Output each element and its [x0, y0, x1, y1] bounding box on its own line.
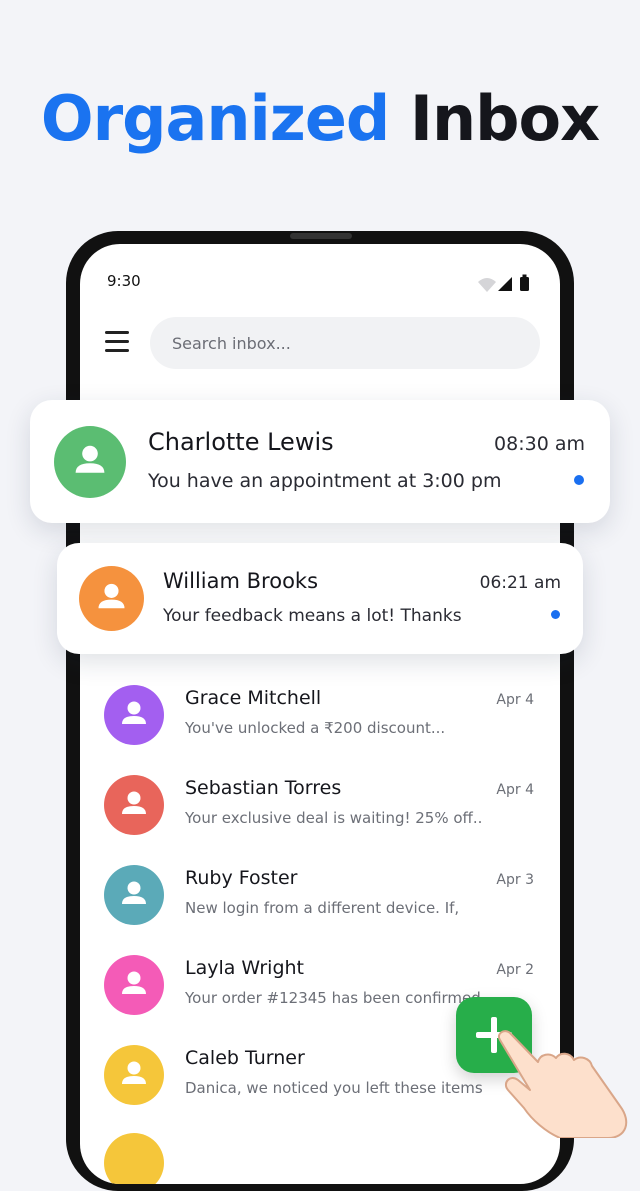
- message-preview: You've unlocked a ₹200 discount...: [185, 719, 446, 737]
- message-date: Apr 4: [496, 782, 534, 798]
- avatar: [104, 955, 164, 1015]
- avatar: [104, 685, 164, 745]
- headline-inbox: Inbox: [409, 82, 600, 155]
- message-row-sebastian[interactable]: Sebastian Torres Apr 4 Your exclusive de…: [80, 775, 560, 865]
- featured-message-charlotte[interactable]: Charlotte Lewis 08:30 am You have an app…: [30, 400, 610, 523]
- message-date: Apr 4: [496, 692, 534, 708]
- headline-organized: Organized: [40, 82, 390, 155]
- sender-name: Layla Wright: [185, 957, 305, 979]
- signal-icon: [498, 277, 512, 291]
- avatar: [54, 426, 126, 498]
- status-icons: [478, 274, 529, 292]
- sender-name: Caleb Turner: [185, 1047, 305, 1069]
- wifi-icon: [478, 278, 496, 292]
- featured-message-william[interactable]: William Brooks 06:21 am Your feedback me…: [57, 543, 583, 654]
- message-preview: Your exclusive deal is waiting! 25% off.…: [185, 809, 483, 827]
- avatar: [79, 566, 144, 631]
- sender-name: Charlotte Lewis: [148, 428, 334, 456]
- phone-speaker: [290, 233, 352, 239]
- message-date: Apr 2: [496, 962, 534, 978]
- sender-name: William Brooks: [163, 569, 319, 593]
- status-time: 9:30: [107, 272, 141, 290]
- message-date: Apr 3: [496, 872, 534, 888]
- avatar: [104, 1045, 164, 1105]
- search-input[interactable]: [150, 317, 540, 369]
- avatar: [104, 775, 164, 835]
- unread-dot: [551, 610, 560, 619]
- message-time: 08:30 am: [494, 433, 585, 455]
- avatar: [104, 865, 164, 925]
- sender-name: Ruby Foster: [185, 867, 298, 889]
- battery-icon: [520, 277, 529, 291]
- message-preview: Your order #12345 has been confirmed: [185, 989, 481, 1007]
- message-row-grace[interactable]: Grace Mitchell Apr 4 You've unlocked a ₹…: [80, 685, 560, 775]
- message-preview: New login from a different device. If,: [185, 899, 460, 917]
- unread-dot: [574, 475, 584, 485]
- message-preview: Danica, we noticed you left these items: [185, 1079, 483, 1097]
- message-time: 06:21 am: [479, 573, 561, 593]
- next-avatar-peek: [104, 1133, 164, 1184]
- sender-name: Grace Mitchell: [185, 687, 322, 709]
- message-row-ruby[interactable]: Ruby Foster Apr 3 New login from a diffe…: [80, 865, 560, 955]
- headline: Organized Inbox: [0, 82, 640, 155]
- message-preview: You have an appointment at 3:00 pm: [148, 470, 502, 492]
- tapping-hand-icon: [498, 1030, 628, 1138]
- menu-button[interactable]: [105, 331, 131, 353]
- sender-name: Sebastian Torres: [185, 777, 342, 799]
- message-preview: Your feedback means a lot! Thanks: [163, 606, 462, 626]
